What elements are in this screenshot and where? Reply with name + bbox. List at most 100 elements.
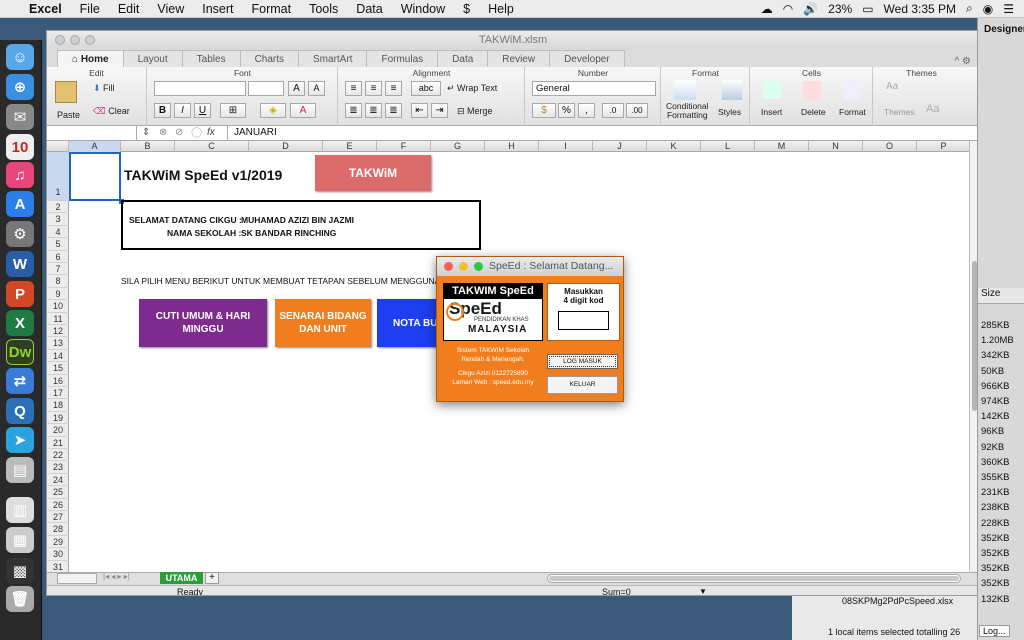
font-size-up-button[interactable]: A <box>288 81 305 96</box>
senarai-bidang-button[interactable]: SENARAI BIDANG DAN UNIT <box>275 299 371 347</box>
conditional-formatting-button[interactable]: Conditional Formatting <box>666 102 709 120</box>
function-wizard-icon[interactable]: ◯ <box>191 126 202 140</box>
percent-button[interactable]: % <box>558 103 575 118</box>
row-header[interactable]: 27 <box>47 511 69 524</box>
tab-home[interactable]: ⌂ Home <box>57 50 124 67</box>
confirm-formula-icon[interactable]: ⊘ <box>175 126 183 140</box>
system-preferences-dock-icon[interactable]: ⚙ <box>6 221 34 247</box>
notification-center-icon[interactable]: ☰ <box>1003 2 1014 16</box>
row-header[interactable]: 6 <box>47 251 69 263</box>
insert-cells-button[interactable]: Insert <box>761 107 782 117</box>
fill-color-icon[interactable]: ◈ <box>260 103 286 118</box>
preview-dock-icon[interactable]: ▤ <box>6 457 34 483</box>
tab-smartart[interactable]: SmartArt <box>298 50 368 67</box>
delete-cells-button[interactable]: Delete <box>801 107 826 117</box>
row-header[interactable]: 15 <box>47 362 69 375</box>
menu-edit[interactable]: Edit <box>109 2 149 16</box>
align-justify-center-icon[interactable]: ≣ <box>365 103 382 118</box>
row-header[interactable]: 1 <box>47 152 69 201</box>
log-button[interactable]: Log... <box>979 625 1010 637</box>
row-header[interactable]: 24 <box>47 474 69 487</box>
migration-dock-icon[interactable]: ⇄ <box>6 368 34 394</box>
row-header[interactable]: 22 <box>47 449 69 462</box>
clock[interactable]: Wed 3:35 PM <box>884 2 956 16</box>
themes-button[interactable]: Themes <box>884 107 915 117</box>
fill-button[interactable]: ⬇ Fill <box>93 83 115 94</box>
wifi-icon[interactable]: ◠ <box>783 2 793 16</box>
designer-label[interactable]: Designer <box>984 24 1024 35</box>
menu-view[interactable]: View <box>148 2 193 16</box>
menu-file[interactable]: File <box>71 2 109 16</box>
sheet-navigation-icons[interactable]: |◂ ◂ ▸ ▸| <box>103 572 130 581</box>
merge-button[interactable]: ⊟ Merge <box>457 106 493 117</box>
app-store-dock-icon[interactable]: A <box>6 191 34 217</box>
column-header[interactable]: N <box>809 141 863 152</box>
row-header[interactable]: 18 <box>47 399 69 412</box>
tab-charts[interactable]: Charts <box>239 50 300 67</box>
row-header[interactable]: 23 <box>47 461 69 474</box>
add-sheet-button[interactable]: + <box>205 572 219 584</box>
quicktime-dock-icon[interactable]: Q <box>6 398 34 424</box>
vertical-scrollbar[interactable] <box>969 141 977 571</box>
bold-button[interactable]: B <box>154 103 171 118</box>
column-header[interactable]: G <box>431 141 485 152</box>
row-header[interactable]: 7 <box>47 263 69 276</box>
column-header[interactable]: F <box>377 141 431 152</box>
trash-dock-icon[interactable]: 🗑 <box>6 586 34 612</box>
telegram-dock-icon[interactable]: ➤ <box>6 427 34 453</box>
tab-tables[interactable]: Tables <box>181 50 241 67</box>
select-all-corner[interactable] <box>47 141 69 152</box>
underline-button[interactable]: U <box>194 103 211 118</box>
row-header[interactable]: 17 <box>47 387 69 400</box>
row-header[interactable]: 10 <box>47 300 69 313</box>
column-header[interactable]: I <box>539 141 593 152</box>
nota-button[interactable]: NOTA BU <box>377 299 443 347</box>
cloud-icon[interactable]: ☁ <box>761 2 773 16</box>
dialog-close-icon[interactable] <box>444 262 453 271</box>
mail-dock-icon[interactable]: ✉ <box>6 104 34 130</box>
align-justify-right-icon[interactable]: ≣ <box>385 103 402 118</box>
currency-format-icon[interactable]: $ <box>532 103 556 118</box>
dialog-zoom-icon[interactable] <box>474 262 483 271</box>
volume-icon[interactable]: 🔊 <box>803 2 818 16</box>
battery-percent[interactable]: 23% <box>828 2 852 16</box>
increase-decimal-button[interactable]: .0 <box>602 103 624 118</box>
italic-button[interactable]: I <box>174 103 191 118</box>
column-header[interactable]: E <box>323 141 377 152</box>
screenshot-dock-icon[interactable]: ▦ <box>6 527 34 553</box>
row-header[interactable]: 11 <box>47 313 69 325</box>
font-size-down-button[interactable]: A <box>308 81 325 96</box>
row-header[interactable]: 13 <box>47 337 69 350</box>
increase-indent-icon[interactable]: ⇥ <box>431 103 448 118</box>
styles-button[interactable]: Styles <box>718 107 741 117</box>
paste-label[interactable]: Paste <box>57 110 80 120</box>
insert-cells-icon[interactable] <box>763 81 781 99</box>
cancel-formula-icon[interactable]: ⊗ <box>159 126 167 140</box>
row-header[interactable]: 29 <box>47 536 69 549</box>
column-header[interactable]: M <box>755 141 809 152</box>
vertical-scroll-thumb[interactable] <box>972 261 977 411</box>
menu-app-excel[interactable]: Excel <box>20 2 71 16</box>
decrease-indent-icon[interactable]: ⇤ <box>411 103 428 118</box>
code-input[interactable] <box>558 311 609 330</box>
row-header[interactable]: 26 <box>47 499 69 511</box>
powerpoint-dock-icon[interactable]: P <box>6 281 34 307</box>
document-dock-icon[interactable]: ▥ <box>6 497 34 523</box>
menu-help[interactable]: Help <box>479 2 523 16</box>
tab-developer[interactable]: Developer <box>549 50 625 67</box>
comma-button[interactable]: , <box>578 103 595 118</box>
row-header[interactable]: 3 <box>47 213 69 226</box>
column-header[interactable]: C <box>175 141 249 152</box>
row-header[interactable]: 28 <box>47 523 69 536</box>
decrease-decimal-button[interactable]: .00 <box>626 103 648 118</box>
row-header[interactable]: 5 <box>47 238 69 251</box>
row-header[interactable]: 8 <box>47 275 69 288</box>
exit-button[interactable]: KELUAR <box>547 376 618 394</box>
finder-dock-icon[interactable]: ☺ <box>6 44 34 70</box>
horizontal-scroll-thumb[interactable] <box>549 576 959 581</box>
paste-icon[interactable] <box>55 81 77 103</box>
column-header[interactable]: A <box>69 141 121 152</box>
horizontal-scrollbar[interactable] <box>547 574 961 583</box>
siri-icon[interactable]: ◉ <box>983 2 993 16</box>
row-header[interactable]: 30 <box>47 548 69 561</box>
